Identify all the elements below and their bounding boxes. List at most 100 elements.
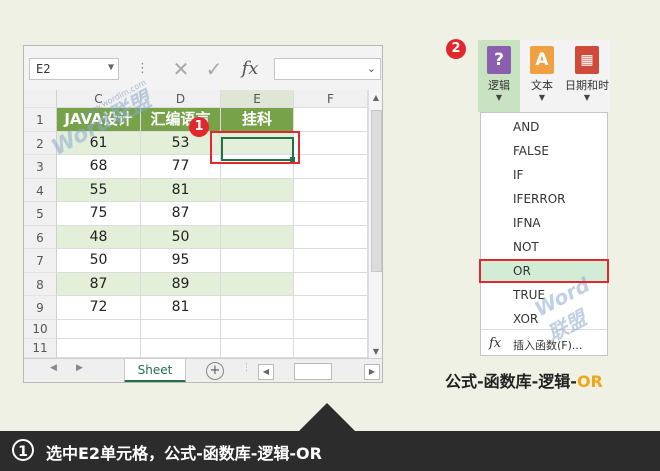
formula-bar: E2 ▼ ⋮ ✕ ✓ fx ⌄: [24, 46, 382, 91]
cell[interactable]: [294, 202, 368, 226]
cell[interactable]: [294, 108, 368, 132]
menu-item-if[interactable]: IF: [481, 163, 607, 187]
chevron-down-icon[interactable]: ▼: [108, 62, 114, 73]
table-row: 6 48 50: [24, 225, 368, 249]
column-header-f[interactable]: F: [294, 90, 368, 108]
cell[interactable]: [57, 319, 141, 339]
cell[interactable]: [294, 155, 368, 179]
table-row: 8 87 89: [24, 272, 368, 296]
row-header[interactable]: 10: [24, 319, 57, 339]
cell[interactable]: [294, 296, 368, 320]
function-library-ribbon: ? 逻辑 ▼ A 文本 ▼ ▦ 日期和时 ▼: [478, 40, 610, 112]
cell[interactable]: 81: [141, 178, 221, 202]
row-header[interactable]: 1: [24, 108, 57, 132]
cell[interactable]: [141, 319, 221, 339]
text-button[interactable]: A 文本 ▼: [522, 40, 562, 112]
prev-sheet-icon[interactable]: ◀: [50, 363, 57, 373]
column-header-row: C D E F: [24, 90, 368, 108]
row-header[interactable]: 11: [24, 338, 57, 358]
cell[interactable]: [294, 178, 368, 202]
cell[interactable]: 53: [141, 131, 221, 155]
menu-item-ifna[interactable]: IFNA: [481, 211, 607, 235]
row-header[interactable]: 9: [24, 296, 57, 320]
row-header[interactable]: 3: [24, 155, 57, 179]
cell[interactable]: [294, 249, 368, 273]
scroll-up-icon[interactable]: ▲: [369, 93, 382, 102]
instruction-text: 选中E2单元格，公式-函数库-逻辑-OR: [46, 444, 322, 463]
insert-function-icon[interactable]: fx: [236, 55, 264, 83]
cell[interactable]: [57, 338, 141, 358]
row-header[interactable]: 6: [24, 225, 57, 249]
cell[interactable]: [221, 272, 294, 296]
chevron-down-icon: ▼: [495, 93, 503, 102]
cell[interactable]: 55: [57, 178, 141, 202]
sheet-tab[interactable]: Sheet: [124, 359, 186, 382]
cell[interactable]: [221, 178, 294, 202]
scroll-down-icon[interactable]: ▼: [369, 347, 382, 356]
scroll-right-icon[interactable]: ▶: [364, 364, 380, 380]
next-sheet-icon[interactable]: ▶: [76, 363, 83, 373]
enter-icon[interactable]: ✓: [200, 55, 228, 83]
header-cell-fail[interactable]: 挂科: [221, 108, 294, 132]
cell[interactable]: [221, 249, 294, 273]
cell[interactable]: [294, 225, 368, 249]
cell[interactable]: [221, 225, 294, 249]
horizontal-scroll-thumb[interactable]: [294, 363, 332, 380]
menu-item-false[interactable]: FALSE: [481, 139, 607, 163]
insert-function-item[interactable]: 插入函数(F)...: [513, 337, 582, 353]
row-header[interactable]: 8: [24, 272, 57, 296]
cell[interactable]: 95: [141, 249, 221, 273]
cell[interactable]: 87: [57, 272, 141, 296]
date-time-label: 日期和时: [565, 79, 609, 92]
calendar-icon: ▦: [575, 46, 599, 74]
cell[interactable]: 50: [141, 225, 221, 249]
menu-item-iferror[interactable]: IFERROR: [481, 187, 607, 211]
cell[interactable]: 87: [141, 202, 221, 226]
row-header[interactable]: 7: [24, 249, 57, 273]
cell[interactable]: 77: [141, 155, 221, 179]
row-header[interactable]: 5: [24, 202, 57, 226]
cell[interactable]: [221, 319, 294, 339]
name-box[interactable]: E2 ▼: [29, 58, 119, 80]
cancel-icon[interactable]: ✕: [167, 55, 195, 83]
menu-item-and[interactable]: AND: [481, 115, 607, 139]
caption-accent: OR: [576, 372, 603, 391]
banner-pointer: [299, 403, 355, 431]
text-icon: A: [530, 46, 554, 74]
cell[interactable]: 89: [141, 272, 221, 296]
cell[interactable]: 81: [141, 296, 221, 320]
add-sheet-icon[interactable]: +: [206, 362, 224, 380]
cell[interactable]: 72: [57, 296, 141, 320]
cell[interactable]: [141, 338, 221, 358]
highlight-box-or: [479, 259, 609, 283]
formula-input[interactable]: ⌄: [274, 58, 381, 80]
select-all-corner[interactable]: [24, 90, 57, 108]
step-badge-1: 1: [189, 117, 209, 137]
cell[interactable]: [221, 202, 294, 226]
vertical-scrollbar[interactable]: ▲ ▼: [368, 90, 382, 358]
chevron-down-icon[interactable]: ⌄: [367, 62, 376, 75]
scroll-left-icon[interactable]: ◀: [258, 364, 274, 380]
caption-text: 公式-函数库-逻辑-: [445, 372, 577, 391]
cell[interactable]: [294, 319, 368, 339]
column-header-e[interactable]: E: [221, 90, 294, 108]
table-row: 7 50 95: [24, 249, 368, 273]
text-label: 文本: [531, 79, 553, 92]
cell[interactable]: 68: [57, 155, 141, 179]
scroll-thumb[interactable]: [371, 110, 382, 272]
cell[interactable]: 48: [57, 225, 141, 249]
cell[interactable]: [221, 296, 294, 320]
highlight-box-e2: [210, 131, 300, 164]
insert-function-icon: fx: [489, 336, 502, 351]
sheet-tab-bar: ◀ ▶ Sheet + ⋮ ◀ ▶: [24, 358, 382, 382]
cell[interactable]: [294, 131, 368, 155]
row-header[interactable]: 4: [24, 178, 57, 202]
cell[interactable]: [294, 272, 368, 296]
cell[interactable]: 50: [57, 249, 141, 273]
logical-button[interactable]: ? 逻辑 ▼: [478, 40, 520, 112]
cell[interactable]: 75: [57, 202, 141, 226]
cell[interactable]: [294, 338, 368, 358]
date-time-button[interactable]: ▦ 日期和时 ▼: [564, 40, 610, 112]
cell[interactable]: [221, 338, 294, 358]
menu-item-not[interactable]: NOT: [481, 235, 607, 259]
